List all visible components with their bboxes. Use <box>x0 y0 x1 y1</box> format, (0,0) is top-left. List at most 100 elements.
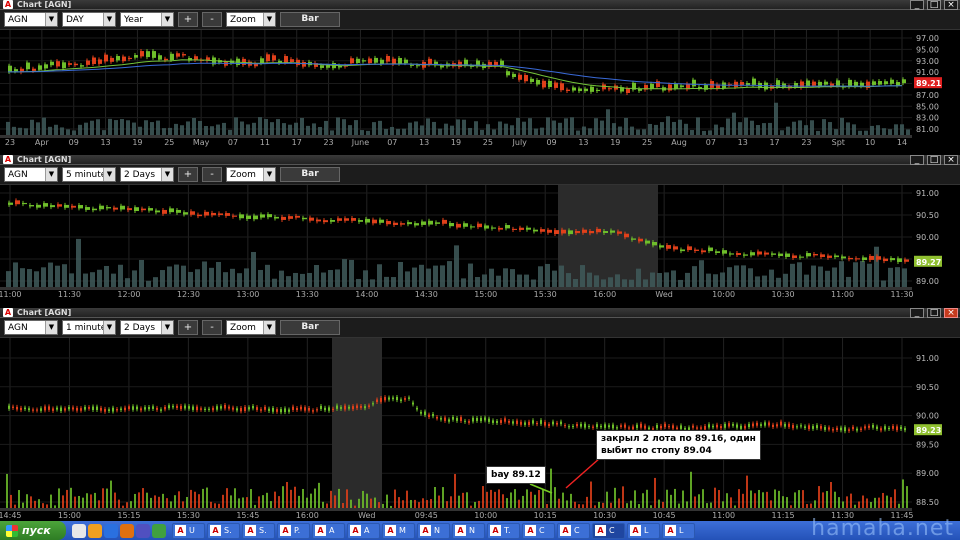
candle-body <box>520 421 522 425</box>
volume-bar <box>698 494 700 508</box>
app-icon: A <box>630 525 641 536</box>
time-tick-label: 10:45 <box>653 511 676 520</box>
symbol-select[interactable]: AGN ▼ <box>4 12 58 27</box>
maximize-button[interactable]: □ <box>927 0 941 10</box>
range-select[interactable]: 2 Days ▼ <box>120 167 174 182</box>
volume-bar <box>138 492 140 508</box>
candle-body <box>56 407 58 410</box>
zoom-out-button[interactable]: - <box>202 320 222 335</box>
symbol-select[interactable]: AGN ▼ <box>4 167 58 182</box>
taskbar-item[interactable]: AA <box>312 522 345 539</box>
zoom-select[interactable]: Zoom ▼ <box>226 320 276 335</box>
price-chart-1min[interactable]: 14:45 15:00 15:15 15:30 15:45 16:00 Wed 09:45 10… <box>0 338 960 520</box>
zoom-in-button[interactable]: + <box>178 167 198 182</box>
time-tick-label: 25 <box>164 138 174 147</box>
5min-chart-svg[interactable]: 11:00 11:30 12:00 12:30 13:00 13:30 14:00 14:30… <box>0 185 960 299</box>
volume-bar <box>782 496 784 508</box>
candle-body <box>743 254 748 256</box>
ie-icon[interactable] <box>104 523 118 538</box>
candle-body <box>160 409 162 411</box>
taskbar-item[interactable]: AC <box>522 522 555 539</box>
candle-body <box>491 227 496 229</box>
time-tick-label: 14:30 <box>415 290 438 299</box>
start-button[interactable]: пуск <box>0 521 66 540</box>
symbol-select[interactable]: AGN ▼ <box>4 320 58 335</box>
window-titlebar[interactable]: A Chart [AGN] _ □ × <box>0 308 960 318</box>
daily-chart-svg[interactable]: 23 Apr 09 13 19 25 May 07 11 17 23 June 07 13 19 25 July… <box>0 30 960 147</box>
desktop-icon[interactable] <box>72 523 86 538</box>
candle-body <box>424 411 426 416</box>
period-select[interactable]: 5 minutes ▼ <box>62 167 116 182</box>
range-select[interactable]: Year ▼ <box>120 12 174 27</box>
time-tick-label: 14:00 <box>355 290 378 299</box>
taskbar-item[interactable]: AC <box>592 522 625 539</box>
bar-type-button[interactable]: Bar <box>280 167 340 182</box>
zoom-in-button[interactable]: + <box>178 320 198 335</box>
1min-chart-svg[interactable]: 14:45 15:00 15:15 15:30 15:45 16:00 Wed 09:45 10… <box>0 338 960 520</box>
minimize-button[interactable]: _ <box>910 308 924 318</box>
window-titlebar[interactable]: A Chart [AGN] _ □ × <box>0 155 960 165</box>
candle-body <box>449 222 454 227</box>
browser-icon[interactable] <box>88 523 102 538</box>
zoom-in-button[interactable]: + <box>178 12 198 27</box>
minimize-button[interactable]: _ <box>910 155 924 165</box>
app-icon[interactable] <box>152 523 166 538</box>
minimize-button[interactable]: _ <box>910 0 924 10</box>
candle-body <box>368 58 372 64</box>
taskbar-item[interactable]: AL <box>627 522 660 539</box>
firefox-icon[interactable] <box>120 523 134 538</box>
candle-body <box>590 86 594 92</box>
maximize-button[interactable]: □ <box>927 155 941 165</box>
volume-bar <box>559 265 564 287</box>
candle-body <box>290 59 294 62</box>
volume-bar <box>294 122 298 135</box>
price-tick-label: 89.00 <box>916 277 939 286</box>
window-titlebar[interactable]: A Chart [AGN] _ □ × <box>0 0 960 10</box>
taskbar-item[interactable]: AM <box>382 522 415 539</box>
app-icon[interactable] <box>136 523 150 538</box>
volume-bar <box>168 127 172 135</box>
candle-body <box>380 397 382 402</box>
taskbar-item[interactable]: A S. <box>242 522 275 539</box>
period-select[interactable]: 1 minute ▼ <box>62 320 116 335</box>
bar-type-button[interactable]: Bar <box>280 12 340 27</box>
volume-bar <box>713 274 718 287</box>
volume-bar <box>282 486 284 508</box>
taskbar-item[interactable]: AU <box>172 522 205 539</box>
time-tick-label: 14 <box>897 138 907 147</box>
candle-body <box>57 204 62 207</box>
volume-bar <box>272 278 277 287</box>
bar-type-button[interactable]: Bar <box>280 320 340 335</box>
zoom-select[interactable]: Zoom ▼ <box>226 167 276 182</box>
price-chart-5min[interactable]: 11:00 11:30 12:00 12:30 13:00 13:30 14:00 14:30… <box>0 185 960 299</box>
taskbar-item[interactable]: AN <box>452 522 485 539</box>
period-select[interactable]: DAY ▼ <box>62 12 116 27</box>
candle-body <box>818 81 822 87</box>
candle-body <box>148 208 153 211</box>
zoom-out-button[interactable]: - <box>202 12 222 27</box>
taskbar-item[interactable]: A S. <box>207 522 240 539</box>
candle-body <box>729 253 734 255</box>
volume-bar <box>444 123 448 135</box>
close-button[interactable]: × <box>944 0 958 10</box>
maximize-button[interactable]: □ <box>927 308 941 318</box>
volume-bar <box>234 488 236 508</box>
taskbar-item[interactable]: A T. <box>487 522 520 539</box>
price-tick-label: 95.00 <box>916 45 939 54</box>
close-button[interactable]: × <box>944 308 958 318</box>
volume-bar <box>906 486 908 508</box>
taskbar-item[interactable]: A P. <box>277 522 310 539</box>
close-button[interactable]: × <box>944 155 958 165</box>
price-chart-daily[interactable]: 23 Apr 09 13 19 25 May 07 11 17 23 June 07 13 19 25 July… <box>0 30 960 147</box>
volume-bar <box>590 481 592 508</box>
volume-bar <box>706 503 708 508</box>
taskbar-item[interactable]: AA <box>347 522 380 539</box>
range-select[interactable]: 2 Days ▼ <box>120 320 174 335</box>
volume-bar <box>34 500 36 508</box>
zoom-select[interactable]: Zoom ▼ <box>226 12 276 27</box>
taskbar-item[interactable]: AN <box>417 522 450 539</box>
volume-bar <box>108 118 112 135</box>
taskbar-item[interactable]: AC <box>557 522 590 539</box>
zoom-out-button[interactable]: - <box>202 167 222 182</box>
taskbar-item[interactable]: AL <box>662 522 695 539</box>
